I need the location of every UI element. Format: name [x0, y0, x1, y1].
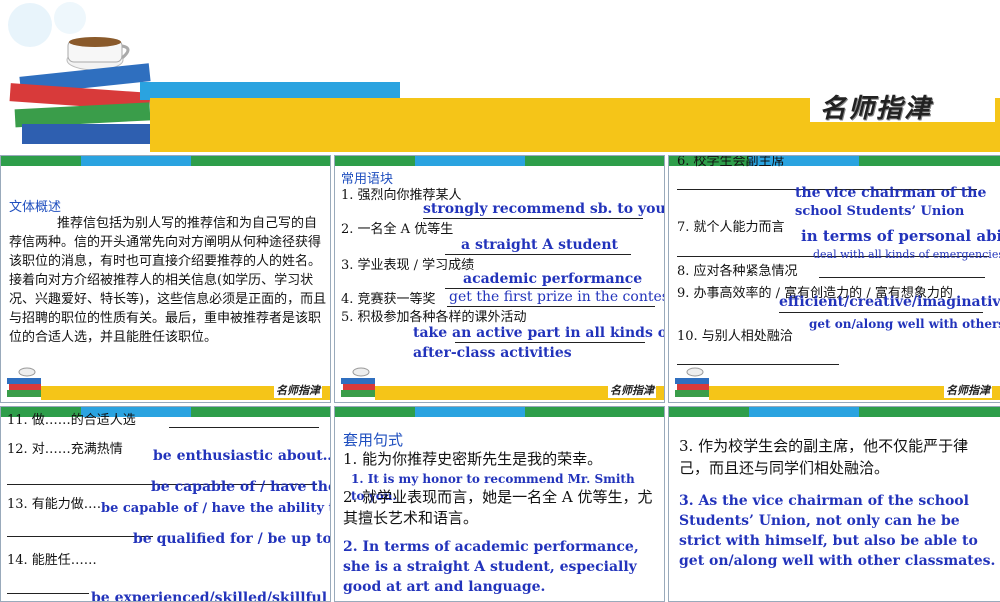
sentence-en: 2. In terms of academic performance, she… [343, 539, 639, 595]
phrase-a: be qualified for / be up to [133, 531, 331, 547]
section-heading: 常用语块 [341, 172, 394, 187]
panel-phrases: 常用语块 1. 强烈向你推荐某人 strongly recommend sb. … [334, 155, 665, 403]
phrase-q: 4. 竞赛获一等奖 [341, 292, 436, 307]
panel-phrases-3: 11. 做……的合适人选 12. 对……充满热情 be enthusiastic… [0, 406, 331, 602]
phrase-q: 8. 应对各种紧急情况 [677, 264, 798, 279]
phrase-a: be experienced/skilled/skillful in [91, 590, 331, 602]
brand-small: 名师指津 [944, 382, 992, 398]
phrase-q: 6. 校学生会副主席 [677, 155, 785, 169]
phrase-q: 14. 能胜任…… [7, 553, 97, 568]
panel-topbar [335, 407, 664, 417]
panel-footer: 名师指津 [669, 362, 1000, 402]
sentence-en: 3. As the vice chairman of the school St… [679, 493, 996, 569]
panel-footer: 名师指津 [1, 362, 330, 402]
books-mini-icon [7, 367, 41, 397]
phrase-a: academic performance [463, 271, 643, 287]
phrase-a: in terms of personal ability [801, 227, 1000, 245]
phrase-a-cont: after-class activities [413, 345, 572, 361]
panel-sentences: 套用句式 1. 能为你推荐史密斯先生是我的荣幸。 1. It is my hon… [334, 406, 665, 602]
brand-small: 名师指津 [608, 382, 656, 398]
phrase-q: 3. 学业表现 / 学习成绩 [341, 258, 475, 273]
phrase-a: take an active part in all kinds of [413, 325, 665, 341]
books-mini-icon [341, 367, 375, 397]
sentence-cn: 1. 能为你推荐史密斯先生是我的荣幸。 [343, 450, 603, 468]
panel-overview: 文体概述 推荐信包括为别人写的推荐信和为自己写的自荐信两种。信的开头通常先向对方… [0, 155, 331, 403]
phrase-q: 11. 做……的合适人选 [7, 413, 136, 428]
phrase-q: 7. 就个人能力而言 [677, 220, 785, 235]
panel-topbar [669, 407, 1000, 417]
section-heading: 文体概述 [9, 200, 62, 215]
overview-text: 推荐信包括为别人写的推荐信和为自己写的自荐信两种。信的开头通常先向对方阐明从何种… [9, 216, 327, 345]
header-banner: 名师指津 [0, 0, 1000, 152]
phrase-a: the vice chairman of the [795, 185, 987, 201]
brand-small: 名师指津 [274, 382, 322, 398]
books-mini-icon [675, 367, 709, 397]
section-heading: 套用句式 [343, 431, 404, 449]
phrase-a: strongly recommend sb. to you [423, 201, 665, 217]
phrase-a: get on/along well with others [809, 317, 1000, 331]
phrase-a: deal with all kinds of emergencies [813, 248, 1000, 261]
phrase-q: 12. 对……充满热情 [7, 442, 123, 457]
panel-sentences-2: 3. 作为校学生会的副主席，他不仅能严于律己，而且还与同学们相处融洽。 3. A… [668, 406, 1000, 602]
sentence-cn: 2. 就学业表现而言，她是一名全 A 优等生，尤其擅长艺术和语言。 [343, 488, 653, 527]
panel-footer: 名师指津 [335, 362, 664, 402]
phrase-a: get the first prize in the contest [449, 289, 665, 305]
phrase-a: be capable of / have the ability to do [101, 501, 330, 516]
sentence-cn: 3. 作为校学生会的副主席，他不仅能严于律己，而且还与同学们相处融洽。 [679, 437, 969, 477]
phrase-a: efficient/creative/imaginative [779, 294, 1000, 310]
phrase-q: 13. 有能力做…… [7, 497, 110, 512]
panel-phrases-2: 6. 校学生会副主席 the vice chairman of the scho… [668, 155, 1000, 403]
phrase-a: be enthusiastic about… [153, 448, 331, 464]
phrase-q: 10. 与别人相处融洽 [677, 329, 793, 344]
phrase-q: 2. 一名全 A 优等生 [341, 222, 454, 237]
panel-topbar [1, 156, 330, 166]
phrase-a: a straight A student [461, 237, 618, 253]
phrase-a: be capable of / have the ability to do [151, 479, 330, 495]
phrase-a-cont: school Students’ Union [795, 204, 965, 219]
brand-title: 名师指津 [820, 94, 933, 124]
panel-topbar [335, 156, 664, 166]
